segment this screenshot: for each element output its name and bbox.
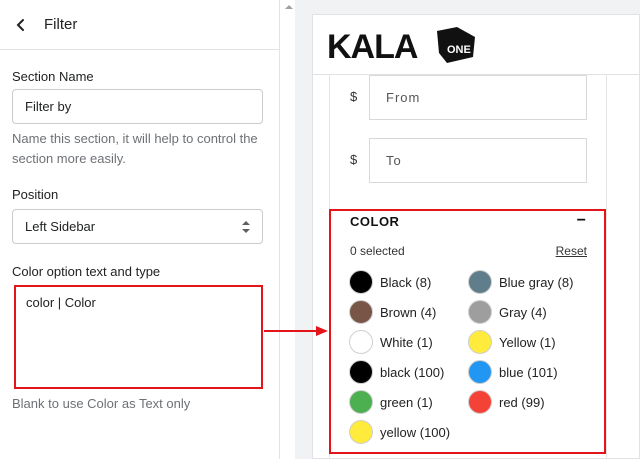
selected-count: 0 selected: [350, 244, 405, 258]
color-swatch-label: White (1): [380, 334, 433, 350]
color-swatch-label: yellow (100): [380, 424, 451, 440]
color-swatch-label: Blue gray (8): [499, 274, 574, 290]
price-from-row: $ From: [330, 75, 608, 120]
collapse-button[interactable]: −: [577, 212, 586, 230]
price-to-row: $ To: [330, 138, 608, 183]
color-swatch-label: Black (8): [380, 274, 432, 290]
color-swatch-label: green (1): [380, 394, 433, 410]
color-swatch-label: black (100): [380, 364, 445, 380]
store-logo[interactable]: KALA ONE: [327, 25, 479, 65]
price-from-input[interactable]: From: [369, 75, 587, 120]
color-swatch-option[interactable]: yellow (100): [349, 420, 450, 444]
chevron-left-icon: [16, 18, 24, 31]
color-filter: COLOR − 0 selected Reset Black (8) Blue g…: [329, 209, 606, 454]
section-name-help: Name this section, it will help to contr…: [12, 131, 258, 166]
color-option-help: Blank to use Color as Text only: [12, 396, 191, 411]
color-swatch-dot[interactable]: [468, 390, 492, 414]
currency-symbol: $: [350, 89, 358, 104]
color-swatch-option[interactable]: Black (8): [349, 270, 431, 294]
settings-panel: Filter Section Name Filter by Name this …: [0, 0, 280, 459]
section-name-input[interactable]: Filter by: [12, 89, 263, 124]
back-button[interactable]: [10, 14, 32, 36]
color-swatch-dot[interactable]: [349, 330, 373, 354]
logo-badge-text: ONE: [447, 44, 471, 56]
color-swatch-option[interactable]: red (99): [468, 390, 545, 414]
color-swatch-option[interactable]: green (1): [349, 390, 433, 414]
color-filter-title: COLOR: [350, 214, 400, 229]
color-swatch-dot[interactable]: [349, 270, 373, 294]
color-swatch-option[interactable]: Blue gray (8): [468, 270, 573, 294]
color-swatch-label: Yellow (1): [499, 334, 556, 350]
position-select[interactable]: Left Sidebar: [12, 209, 263, 244]
color-option-label: Color option text and type: [12, 264, 161, 279]
section-name-label: Section Name: [12, 69, 94, 84]
logo-text: KALA: [327, 28, 418, 65]
reset-link[interactable]: Reset: [556, 244, 587, 258]
color-swatch-dot[interactable]: [468, 360, 492, 384]
color-swatch-dot[interactable]: [349, 300, 373, 324]
currency-symbol: $: [350, 152, 358, 167]
color-swatch-option[interactable]: Brown (4): [349, 300, 436, 324]
color-swatch-option[interactable]: Gray (4): [468, 300, 547, 324]
select-arrows-icon: [242, 221, 250, 233]
color-swatch-label: blue (101): [499, 364, 558, 380]
position-select-value: Left Sidebar: [25, 219, 96, 234]
color-swatch-dot[interactable]: [349, 390, 373, 414]
color-swatch-option[interactable]: blue (101): [468, 360, 558, 384]
color-swatch-option[interactable]: Yellow (1): [468, 330, 556, 354]
position-label: Position: [12, 187, 59, 202]
color-swatch-label: Gray (4): [499, 304, 547, 320]
color-swatch-label: Brown (4): [380, 304, 437, 320]
store-header: KALA ONE: [313, 15, 639, 75]
panel-title: Filter: [44, 16, 78, 33]
color-swatch-dot[interactable]: [349, 420, 373, 444]
color-swatch-option[interactable]: black (100): [349, 360, 444, 384]
scroll-up-icon[interactable]: [285, 3, 293, 11]
panel-scroll-gutter[interactable]: [281, 0, 295, 459]
color-swatch-label: red (99): [499, 394, 545, 410]
color-swatch-option[interactable]: White (1): [349, 330, 433, 354]
color-swatch-dot[interactable]: [468, 330, 492, 354]
color-swatch-dot[interactable]: [468, 270, 492, 294]
color-swatch-dot[interactable]: [349, 360, 373, 384]
price-to-input[interactable]: To: [369, 138, 587, 183]
panel-header: Filter: [0, 0, 279, 50]
color-option-textarea[interactable]: color | Color: [14, 285, 263, 389]
color-swatch-dot[interactable]: [468, 300, 492, 324]
